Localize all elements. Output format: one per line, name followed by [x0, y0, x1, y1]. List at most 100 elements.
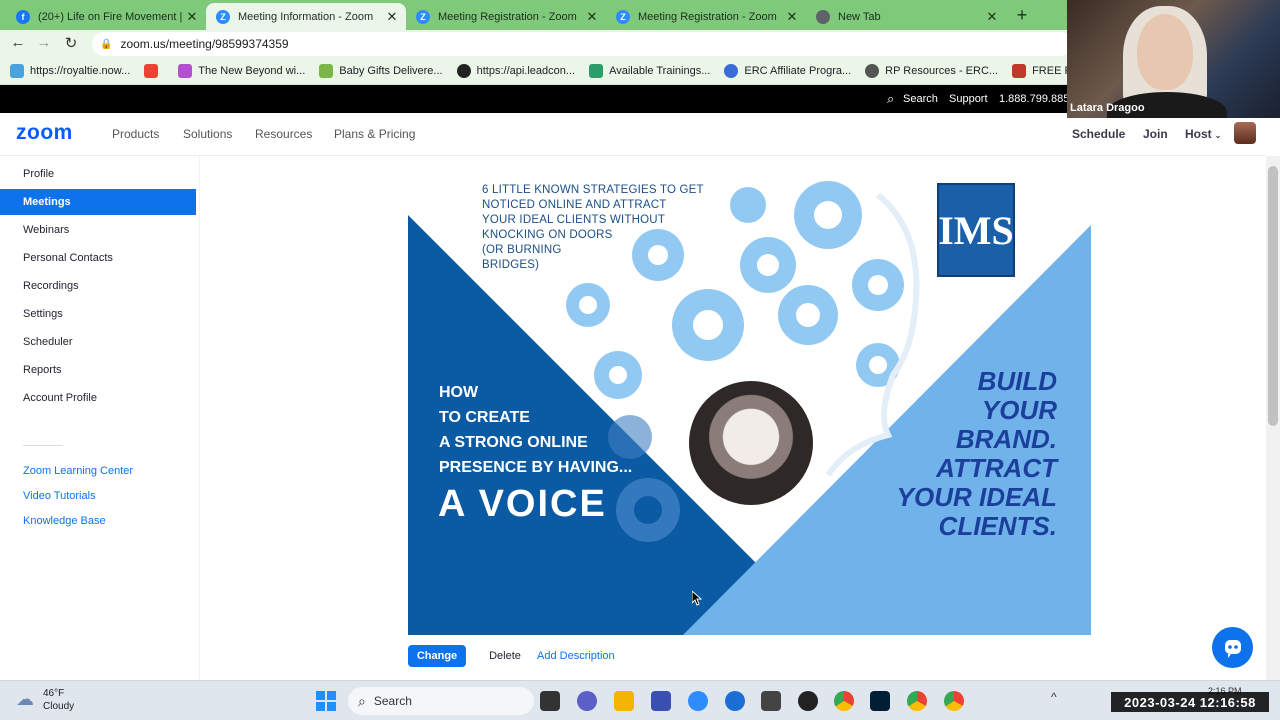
knowledge-base-link[interactable]: Knowledge Base [23, 515, 106, 527]
new-tab-button[interactable]: + [1012, 5, 1032, 26]
sidebar-item-profile[interactable]: Profile [0, 161, 196, 187]
zoom-navbar: zoom Products Solutions Resources Plans … [0, 113, 1266, 156]
page-scrollbar[interactable] [1266, 156, 1280, 680]
delete-button[interactable]: Delete [480, 645, 530, 667]
bookmark-icon [319, 64, 334, 78]
meeting-banner-image: 6 LITTLE KNOWN STRATEGIES TO GET NOTICED… [408, 175, 1091, 635]
bookmark-gmail[interactable] [144, 64, 164, 78]
bookmark-icon [724, 64, 739, 78]
ims-logo: IMS [937, 183, 1015, 277]
app-icon[interactable] [651, 691, 671, 711]
recording-timestamp: 2023-03-24 12:16:58 [1111, 692, 1269, 712]
presenter-face [1137, 14, 1193, 90]
zoom-app-icon[interactable] [688, 691, 708, 711]
taskbar-search-input[interactable]: ⌕ Search [348, 687, 534, 715]
tab-new-tab[interactable]: New Tab ✕ [806, 3, 1006, 30]
bookmark-item[interactable]: https://royaltie.now... [10, 64, 130, 78]
change-button[interactable]: Change [408, 645, 466, 667]
zoom-icon: Z [216, 9, 230, 24]
bookmark-item[interactable]: https://api.leadcon... [456, 64, 575, 78]
zoom-learning-center-link[interactable]: Zoom Learning Center [23, 465, 133, 477]
bookmark-item[interactable]: Baby Gifts Delivere... [319, 64, 443, 78]
photoshop-icon[interactable] [870, 691, 890, 711]
facebook-icon: f [16, 9, 30, 24]
scrollbar-thumb[interactable] [1268, 166, 1278, 426]
schedule-link[interactable]: Schedule [1072, 127, 1125, 141]
nav-products[interactable]: Products [112, 127, 159, 141]
sidebar-item-meetings[interactable]: Meetings [0, 189, 196, 215]
sidebar: Profile Meetings Webinars Personal Conta… [0, 157, 200, 680]
back-icon[interactable]: ← [8, 34, 28, 51]
close-icon[interactable]: ✕ [984, 9, 1000, 25]
globe-icon [816, 9, 830, 24]
nav-solutions[interactable]: Solutions [183, 127, 232, 141]
join-link[interactable]: Join [1143, 127, 1168, 141]
sidebar-item-recordings[interactable]: Recordings [0, 273, 196, 299]
chevron-up-icon[interactable]: ^ [1051, 690, 1057, 704]
bookmark-icon [178, 64, 193, 78]
browser-app-icon[interactable] [725, 691, 745, 711]
host-menu[interactable]: Host ⌄ [1185, 127, 1221, 141]
tab-label: (20+) Life on Fire Movement | Fa [38, 10, 184, 23]
file-explorer-icon[interactable] [614, 691, 634, 711]
sidebar-item-personal-contacts[interactable]: Personal Contacts [0, 245, 196, 271]
sidebar-item-scheduler[interactable]: Scheduler [0, 329, 196, 355]
bookmark-item[interactable]: Available Trainings... [589, 64, 710, 78]
search-link[interactable]: Search [903, 93, 938, 105]
tab-meeting-registration-2[interactable]: Z Meeting Registration - Zoom ✕ [606, 3, 806, 30]
search-icon: ⌕ [358, 692, 366, 709]
close-icon[interactable]: ✕ [384, 9, 400, 25]
chrome-icon[interactable] [907, 691, 927, 711]
close-icon[interactable]: ✕ [784, 9, 800, 25]
sidebar-divider [23, 445, 63, 446]
reload-icon[interactable]: ↻ [61, 34, 81, 52]
weather-description[interactable]: Cloudy [43, 701, 74, 712]
cloud-icon[interactable]: ☁ [16, 689, 34, 710]
windows-start-icon[interactable] [316, 691, 336, 711]
avatar[interactable] [1234, 122, 1256, 144]
tab-meeting-information[interactable]: Z Meeting Information - Zoom ✕ [206, 3, 406, 30]
nav-plans-pricing[interactable]: Plans & Pricing [334, 127, 415, 141]
sidebar-item-settings[interactable]: Settings [0, 301, 196, 327]
address-bar[interactable]: 🔒 zoom.us/meeting/98599374359 [92, 32, 1072, 56]
chrome-icon[interactable] [834, 691, 854, 711]
chat-bot-icon [1224, 639, 1241, 658]
close-icon[interactable]: ✕ [184, 9, 200, 25]
chrome-icon[interactable] [944, 691, 964, 711]
sidebar-item-reports[interactable]: Reports [0, 357, 196, 383]
banner-how-text: HOW TO CREATE A STRONG ONLINE PRESENCE B… [439, 384, 633, 476]
bookmark-item[interactable]: ERC Affiliate Progra... [724, 64, 851, 78]
forward-icon[interactable]: → [34, 34, 54, 51]
bookmark-item[interactable]: RP Resources - ERC... [865, 64, 998, 78]
presenter-portrait [686, 378, 816, 508]
webcam-name-label: Latara Dragoo [1070, 102, 1145, 114]
url-text: zoom.us/meeting/98599374359 [120, 37, 289, 51]
bookmark-icon [865, 64, 880, 78]
chat-support-button[interactable] [1212, 627, 1253, 668]
video-tutorials-link[interactable]: Video Tutorials [23, 490, 96, 502]
task-view-icon[interactable] [540, 691, 560, 711]
bookmark-icon [10, 64, 24, 78]
close-icon[interactable]: ✕ [584, 9, 600, 25]
lock-icon[interactable]: 🔒 [100, 39, 112, 50]
app-icon[interactable] [761, 691, 781, 711]
teams-chat-icon[interactable] [577, 691, 597, 711]
windows-taskbar: ☁ 46°F Cloudy ⌕ Search [0, 680, 1280, 720]
obs-icon[interactable] [798, 691, 818, 711]
banner-build-brand-text: BUILD YOUR BRAND. ATTRACT YOUR IDEAL CLI… [896, 366, 1057, 541]
bookmark-icon [589, 64, 604, 78]
tab-meeting-registration-1[interactable]: Z Meeting Registration - Zoom ✕ [406, 3, 606, 30]
phone-link[interactable]: 1.888.799.8854 [999, 93, 1075, 105]
support-link[interactable]: Support [949, 93, 988, 105]
tab-facebook[interactable]: f (20+) Life on Fire Movement | Fa ✕ [6, 3, 206, 30]
tab-label: Meeting Registration - Zoom [638, 10, 777, 23]
search-icon[interactable]: ⌕ [887, 91, 894, 107]
sidebar-item-webinars[interactable]: Webinars [0, 217, 196, 243]
tab-label: Meeting Information - Zoom [238, 10, 374, 23]
add-description-link[interactable]: Add Description [537, 650, 615, 662]
bookmark-item[interactable]: The New Beyond wi... [178, 64, 305, 78]
sidebar-item-account-profile[interactable]: Account Profile [0, 385, 196, 411]
zoom-logo[interactable]: zoom [16, 121, 73, 145]
nav-resources[interactable]: Resources [255, 127, 312, 141]
weather-temperature[interactable]: 46°F [43, 688, 64, 699]
